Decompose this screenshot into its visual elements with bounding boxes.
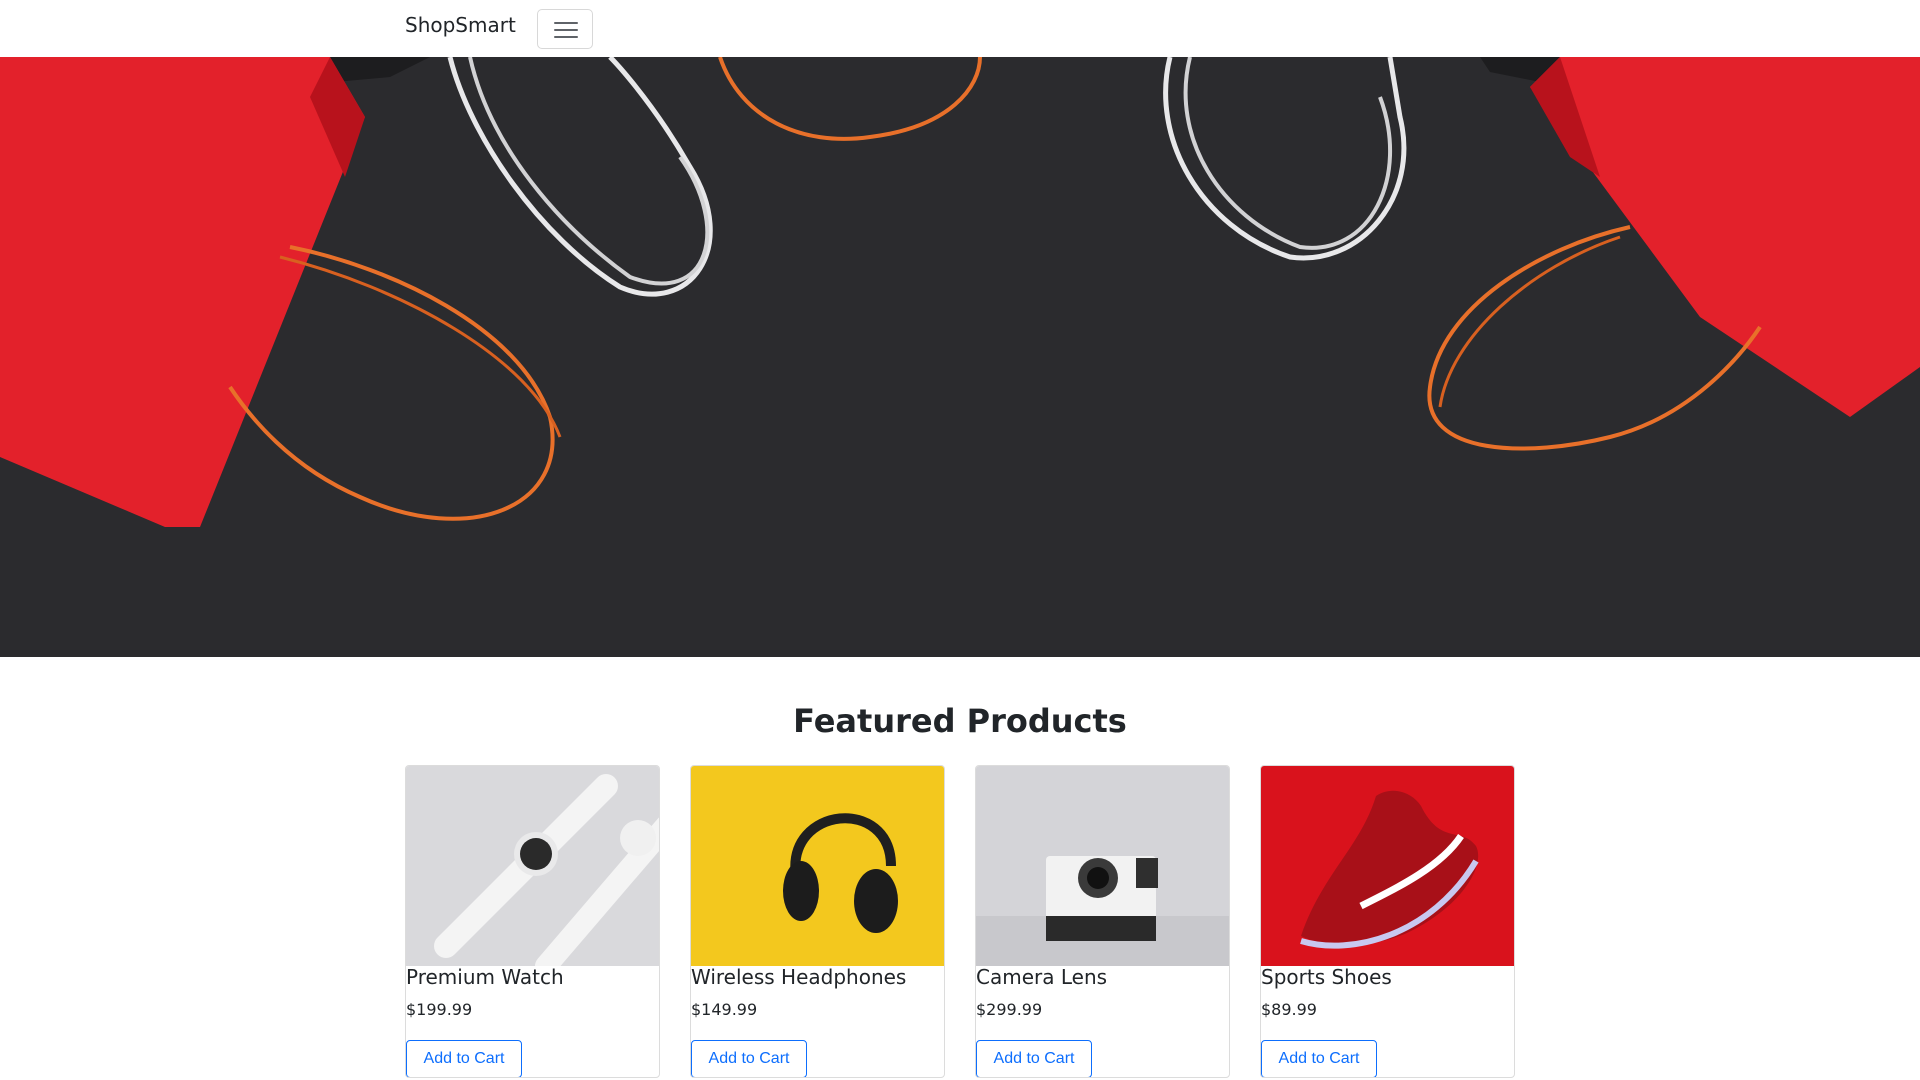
add-to-cart-button[interactable]: Add to Cart bbox=[1261, 1040, 1377, 1077]
product-card: Premium Watch $199.99 Add to Cart bbox=[405, 765, 660, 1078]
navbar-toggle-button[interactable] bbox=[537, 9, 593, 49]
navbar: ShopSmart bbox=[0, 0, 1920, 57]
product-card: Sports Shoes $89.99 Add to Cart bbox=[1260, 765, 1515, 1078]
product-image-watch[interactable] bbox=[406, 766, 659, 966]
product-name: Camera Lens bbox=[976, 965, 1108, 989]
add-to-cart-button[interactable]: Add to Cart bbox=[691, 1040, 807, 1077]
product-image-headphones[interactable] bbox=[691, 766, 944, 966]
product-price: $199.99 bbox=[406, 1000, 473, 1019]
product-price: $299.99 bbox=[976, 1000, 1043, 1019]
product-name: Sports Shoes bbox=[1261, 965, 1392, 989]
featured-products-title: Featured Products bbox=[793, 702, 1127, 740]
add-to-cart-button[interactable]: Add to Cart bbox=[976, 1040, 1092, 1077]
product-price: $89.99 bbox=[1261, 1000, 1317, 1019]
product-card: Wireless Headphones $149.99 Add to Cart bbox=[690, 765, 945, 1078]
product-name: Premium Watch bbox=[406, 965, 564, 989]
hero-banner bbox=[0, 57, 1920, 657]
product-card: Camera Lens $299.99 Add to Cart bbox=[975, 765, 1230, 1078]
product-image-camera[interactable] bbox=[976, 766, 1229, 966]
product-price: $149.99 bbox=[691, 1000, 758, 1019]
product-image-shoes[interactable] bbox=[1261, 766, 1514, 966]
brand-logo[interactable]: ShopSmart bbox=[405, 13, 516, 37]
product-name: Wireless Headphones bbox=[691, 965, 907, 989]
add-to-cart-button[interactable]: Add to Cart bbox=[406, 1040, 522, 1077]
hero-image bbox=[0, 57, 1920, 657]
